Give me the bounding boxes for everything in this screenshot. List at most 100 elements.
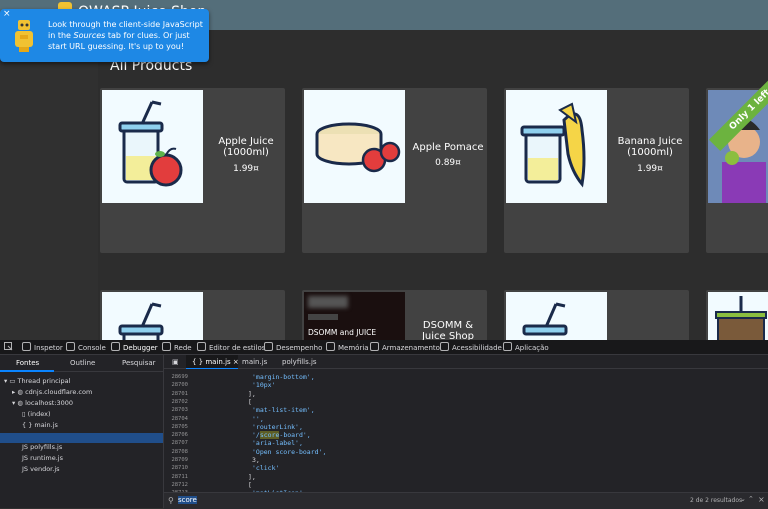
apple-juice-illustration [118,100,183,187]
accessibility-icon [440,342,449,351]
code-line: '10px' [252,381,276,390]
product-card-apple-juice[interactable]: Apple Juice (1000ml) 1.99¤ [100,88,285,253]
tab-debugger[interactable]: Debugger [111,342,158,352]
sources-sidebar: Fontes Outline Pesquisar ▾ ▭ Thread prin… [0,355,164,508]
tab-search[interactable]: Pesquisar [122,359,156,367]
tab-style-editor[interactable]: Editor de estilos [197,342,265,352]
line-number[interactable]: 28704 [164,416,188,422]
code-line: ], [248,472,256,481]
source-editor: ▣ { } main.js × main.js polyfills.js 286… [164,355,768,508]
product-price: 1.99¤ [637,164,663,174]
product-card-row2-3[interactable] [504,290,689,340]
selected-row-highlight [0,433,163,443]
product-image [102,292,203,340]
code-line: '/score-board', [252,431,311,440]
tab-sources-files[interactable]: Fontes [16,359,39,367]
editor-tabs: ▣ { } main.js × main.js polyfills.js [164,355,768,369]
app-viewport: OWASP Juice Shop All Products Apple Juic… [0,0,768,340]
devtools-panel: Inspetor Console Debugger Rede Editor de… [0,340,768,509]
tree-item-localhost[interactable]: ▾ ◍ localhost:3000 [12,399,73,407]
code-line: [ [248,397,252,406]
product-card-dsomm[interactable]: DSOMM and JUICE DSOMM & Juice Shop [302,290,487,340]
search-match-highlight: score [259,431,280,440]
juicy-bot-icon [15,20,33,52]
toggle-sidebar-icon[interactable]: ▣ [172,358,179,366]
active-tab-indicator [0,370,54,372]
tab-memory[interactable]: Memória [326,342,369,352]
close-tab-icon[interactable]: × [233,358,239,366]
line-number[interactable]: 28712 [164,482,188,488]
tab-outline[interactable]: Outline [70,359,95,367]
tree-item-vendor[interactable]: JS vendor.js [22,465,60,473]
blurred-logo [308,296,348,308]
challenge-hint-toast[interactable]: × Look through the client-side JavaScrip… [0,9,209,62]
debugger-icon [111,342,120,351]
line-number[interactable]: 28700 [164,382,188,388]
line-number[interactable]: 28699 [164,374,188,380]
tree-item-polyfills[interactable]: JS polyfills.js [22,443,62,451]
tab-application[interactable]: Aplicação [503,342,549,352]
banana-juice-illustration [520,102,586,188]
product-card-partial[interactable]: Only 1 left [706,68,768,253]
code-line: '', [252,414,264,423]
thumb-caption: DSOMM and JUICE [308,328,377,337]
line-number[interactable]: 28710 [164,465,188,471]
inspector-icon [22,342,31,351]
line-number[interactable]: 28706 [164,432,188,438]
tab-network[interactable]: Rede [162,342,192,352]
tab-inspector[interactable]: Inspetor [22,342,63,352]
editor-tab-main-js[interactable]: { } main.js × [192,358,239,366]
line-number[interactable]: 28711 [164,474,188,480]
toast-line-3: guessing. It's up to you! [87,42,185,51]
apple-pomace-illustration [315,122,401,173]
press-illustration [715,296,767,340]
product-price: 0.89¤ [435,158,461,168]
line-number[interactable]: 28707 [164,440,188,446]
search-result-count: 2 de 2 resultados [690,497,743,504]
editor-tab-main-js-2[interactable]: main.js [242,358,267,366]
line-number[interactable]: 28709 [164,457,188,463]
search-bar[interactable]: ⚲ score 2 de 2 resultados ⌄ ⌃ × [164,492,768,509]
product-image: DSOMM and JUICE [304,292,405,340]
code-line: 'click' [252,464,280,473]
tree-item-runtime[interactable]: JS runtime.js [22,454,63,462]
tab-performance[interactable]: Desempenho [264,342,322,352]
product-name: DSOMM & Juice Shop [421,320,475,340]
line-number[interactable]: 28705 [164,424,188,430]
style-editor-icon [197,342,206,351]
product-name: Apple Juice (1000ml) [218,136,274,158]
prev-result-icon[interactable]: ⌄ [740,495,746,503]
search-icon: ⚲ [168,496,174,505]
product-name: Apple Pomace [412,142,484,153]
line-number[interactable]: 28702 [164,399,188,405]
tab-accessibility[interactable]: Acessibilidade [440,342,502,352]
code-line: 'margin-bottom', [252,373,315,381]
toast-sources-emphasis: Sources [73,31,106,40]
toast-close-button[interactable]: × [3,9,11,19]
tree-item-main-thread[interactable]: ▾ ▭ Thread principal [4,377,70,385]
product-price: 1.99¤ [233,164,259,174]
tree-item-main-js[interactable]: { } main.js [22,421,58,429]
product-image [304,90,405,203]
pick-element-icon[interactable] [4,342,13,353]
next-result-icon[interactable]: ⌃ [748,495,754,503]
juice-cup-illustration [522,302,568,336]
storage-icon [370,342,379,351]
editor-tab-polyfills[interactable]: polyfills.js [282,358,317,366]
tree-item-index[interactable]: ▯ (index) [22,410,51,418]
line-number[interactable]: 28703 [164,407,188,413]
product-image [102,90,203,203]
tab-storage[interactable]: Armazenamento [370,342,440,352]
product-card-row2-1[interactable] [100,290,285,340]
dsomm-banner [308,314,338,320]
product-card-row2-4[interactable] [706,290,768,340]
tab-console[interactable]: Console [66,342,106,352]
product-card-apple-pomace[interactable]: Apple Pomace 0.89¤ [302,88,487,253]
close-search-icon[interactable]: × [758,495,765,504]
line-number[interactable]: 28701 [164,391,188,397]
tree-item-cdnjs[interactable]: ▸ ◍ cdnjs.cloudflare.com [12,388,92,396]
line-number[interactable]: 28708 [164,449,188,455]
toast-message: Look through the client-side JavaScript … [48,19,204,52]
search-input[interactable]: score [178,496,197,504]
product-card-banana-juice[interactable]: Banana Juice (1000ml) 1.99¤ [504,88,689,253]
